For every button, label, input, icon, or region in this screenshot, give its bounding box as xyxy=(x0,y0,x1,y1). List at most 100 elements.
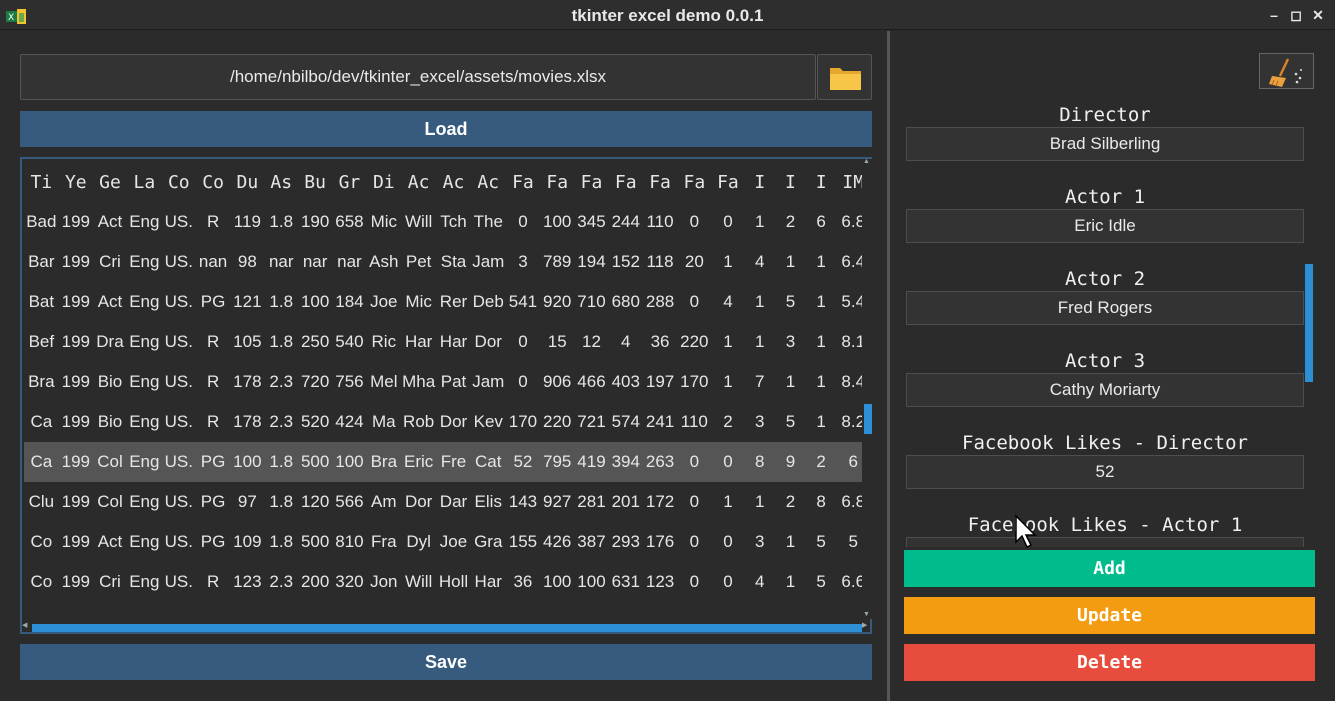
table-cell[interactable]: 36 xyxy=(506,562,540,602)
table-cell[interactable]: 1 xyxy=(744,282,775,322)
table-cell[interactable]: 100 xyxy=(574,562,608,602)
table-cell[interactable]: Gra xyxy=(471,522,506,562)
table-row[interactable]: Co 199 Cri Eng US. R 123 2.3 200 320 Jon Will Holl Ha… xyxy=(24,562,870,602)
table-cell[interactable]: 178 xyxy=(230,402,264,442)
table-cell[interactable]: Co xyxy=(24,522,59,562)
table-cell[interactable]: 105 xyxy=(230,322,264,362)
table-cell[interactable]: Cri xyxy=(93,242,127,282)
table-cell[interactable]: 176 xyxy=(643,522,677,562)
table-cell[interactable]: 123 xyxy=(230,562,264,602)
table-cell[interactable]: 426 xyxy=(540,522,574,562)
table-cell[interactable]: Jam xyxy=(471,362,506,402)
table-cell[interactable]: 109 xyxy=(230,522,264,562)
table-cell[interactable]: 241 xyxy=(643,402,677,442)
table-cell[interactable]: 121 xyxy=(230,282,264,322)
table-cell[interactable]: 795 xyxy=(540,442,575,482)
table-cell[interactable]: Ash xyxy=(367,242,401,282)
table-cell[interactable]: 345 xyxy=(574,202,608,242)
column-header[interactable]: As xyxy=(265,162,299,202)
table-cell[interactable]: Eng xyxy=(127,362,162,402)
table-cell[interactable]: 2 xyxy=(711,402,744,442)
table-cell[interactable]: Co xyxy=(24,562,59,602)
table-cell[interactable]: 5 xyxy=(775,402,806,442)
table-cell[interactable]: 387 xyxy=(574,522,608,562)
table-cell[interactable]: 8 xyxy=(744,442,776,482)
table-cell[interactable]: 424 xyxy=(332,402,366,442)
table-cell[interactable]: Tch xyxy=(436,202,470,242)
close-icon[interactable]: ✕ xyxy=(1309,6,1327,24)
scroll-down-icon[interactable]: ▼ xyxy=(863,611,870,618)
table-cell[interactable]: 199 xyxy=(59,362,93,402)
table-cell[interactable]: 197 xyxy=(643,362,677,402)
table-cell[interactable]: US. xyxy=(162,522,196,562)
scroll-left-icon[interactable]: ◀ xyxy=(22,621,27,629)
table-cell[interactable]: 120 xyxy=(298,482,332,522)
table-cell[interactable]: 0 xyxy=(677,442,712,482)
table-cell[interactable]: 100 xyxy=(540,562,574,602)
table-cell[interactable]: R xyxy=(196,562,230,602)
form-scroll-thumb[interactable] xyxy=(1305,264,1313,382)
table-cell[interactable]: Will xyxy=(401,202,436,242)
table-cell[interactable]: 0 xyxy=(711,562,744,602)
table-cell[interactable]: 4 xyxy=(609,322,643,362)
table-cell[interactable]: Dyl xyxy=(401,522,436,562)
table-cell[interactable]: The xyxy=(471,202,506,242)
table-cell[interactable]: Deb xyxy=(471,282,506,322)
table-row[interactable]: Co 199 Act Eng US. PG 109 1.8 500 810 Fra Dyl Joe Gra… xyxy=(24,522,870,562)
table-cell[interactable]: 110 xyxy=(677,402,711,442)
table-cell[interactable]: 199 xyxy=(59,242,93,282)
column-header[interactable]: Ac xyxy=(471,162,506,202)
table-cell[interactable]: Mic xyxy=(401,282,436,322)
table-cell[interactable]: 466 xyxy=(574,362,608,402)
table-cell[interactable]: PG xyxy=(196,282,230,322)
table-cell[interactable]: 250 xyxy=(298,322,332,362)
table-row[interactable]: Bat 199 Act Eng US. PG 121 1.8 100 184 Joe Mic Rer De… xyxy=(24,282,870,322)
table-cell[interactable]: Cri xyxy=(93,562,127,602)
table-cell[interactable]: 199 xyxy=(59,202,93,242)
scroll-right-icon[interactable]: ▶ xyxy=(862,621,867,629)
table-cell[interactable]: 0 xyxy=(677,522,711,562)
table-cell[interactable]: 152 xyxy=(609,242,643,282)
table-cell[interactable]: 263 xyxy=(642,442,678,482)
table-cell[interactable]: Bio xyxy=(93,402,127,442)
table-cell[interactable]: 178 xyxy=(230,362,264,402)
table-cell[interactable]: 190 xyxy=(298,202,332,242)
column-header[interactable]: I xyxy=(806,162,837,202)
table-cell[interactable]: Act xyxy=(93,522,127,562)
table-cell[interactable]: 500 xyxy=(298,442,333,482)
column-header[interactable]: Co xyxy=(162,162,196,202)
table-cell[interactable]: Kev xyxy=(471,402,506,442)
table-cell[interactable]: 1.8 xyxy=(265,322,299,362)
table-cell[interactable]: 680 xyxy=(609,282,643,322)
table-cell[interactable]: US. xyxy=(162,322,196,362)
table-cell[interactable]: 720 xyxy=(298,362,332,402)
table-cell[interactable]: 2 xyxy=(775,482,806,522)
table-cell[interactable]: 810 xyxy=(332,522,366,562)
table-cell[interactable]: PG xyxy=(196,522,230,562)
table-cell[interactable]: 3 xyxy=(775,322,806,362)
table-cell[interactable]: Dar xyxy=(436,482,470,522)
table-cell[interactable]: Rob xyxy=(401,402,436,442)
table-cell[interactable]: 119 xyxy=(230,202,264,242)
add-button[interactable]: Add xyxy=(904,550,1315,587)
table-cell[interactable]: 7 xyxy=(744,362,775,402)
table-cell[interactable]: Pet xyxy=(401,242,436,282)
vertical-scrollbar[interactable] xyxy=(862,159,872,619)
table-cell[interactable]: 541 xyxy=(506,282,540,322)
table-cell[interactable]: 5 xyxy=(806,522,837,562)
open-folder-button[interactable] xyxy=(817,54,872,100)
table-cell[interactable]: Fre xyxy=(436,442,471,482)
table-cell[interactable]: 658 xyxy=(332,202,366,242)
table-row[interactable]: Ca 199 Bio Eng US. R 178 2.3 520 424 Ma Rob Dor Kev 17… xyxy=(24,402,870,442)
table-cell[interactable]: 199 xyxy=(59,402,93,442)
table-cell[interactable]: 1.8 xyxy=(265,282,299,322)
table-cell[interactable]: Eng xyxy=(127,322,162,362)
table-cell[interactable]: 3 xyxy=(506,242,540,282)
table-cell[interactable]: 540 xyxy=(332,322,366,362)
table-cell[interactable]: 0 xyxy=(506,202,540,242)
column-header[interactable]: I xyxy=(744,162,775,202)
table-cell[interactable]: 1 xyxy=(711,362,744,402)
table-cell[interactable]: 1 xyxy=(806,362,837,402)
table-cell[interactable]: Holl xyxy=(436,562,470,602)
table-cell[interactable]: 927 xyxy=(540,482,574,522)
